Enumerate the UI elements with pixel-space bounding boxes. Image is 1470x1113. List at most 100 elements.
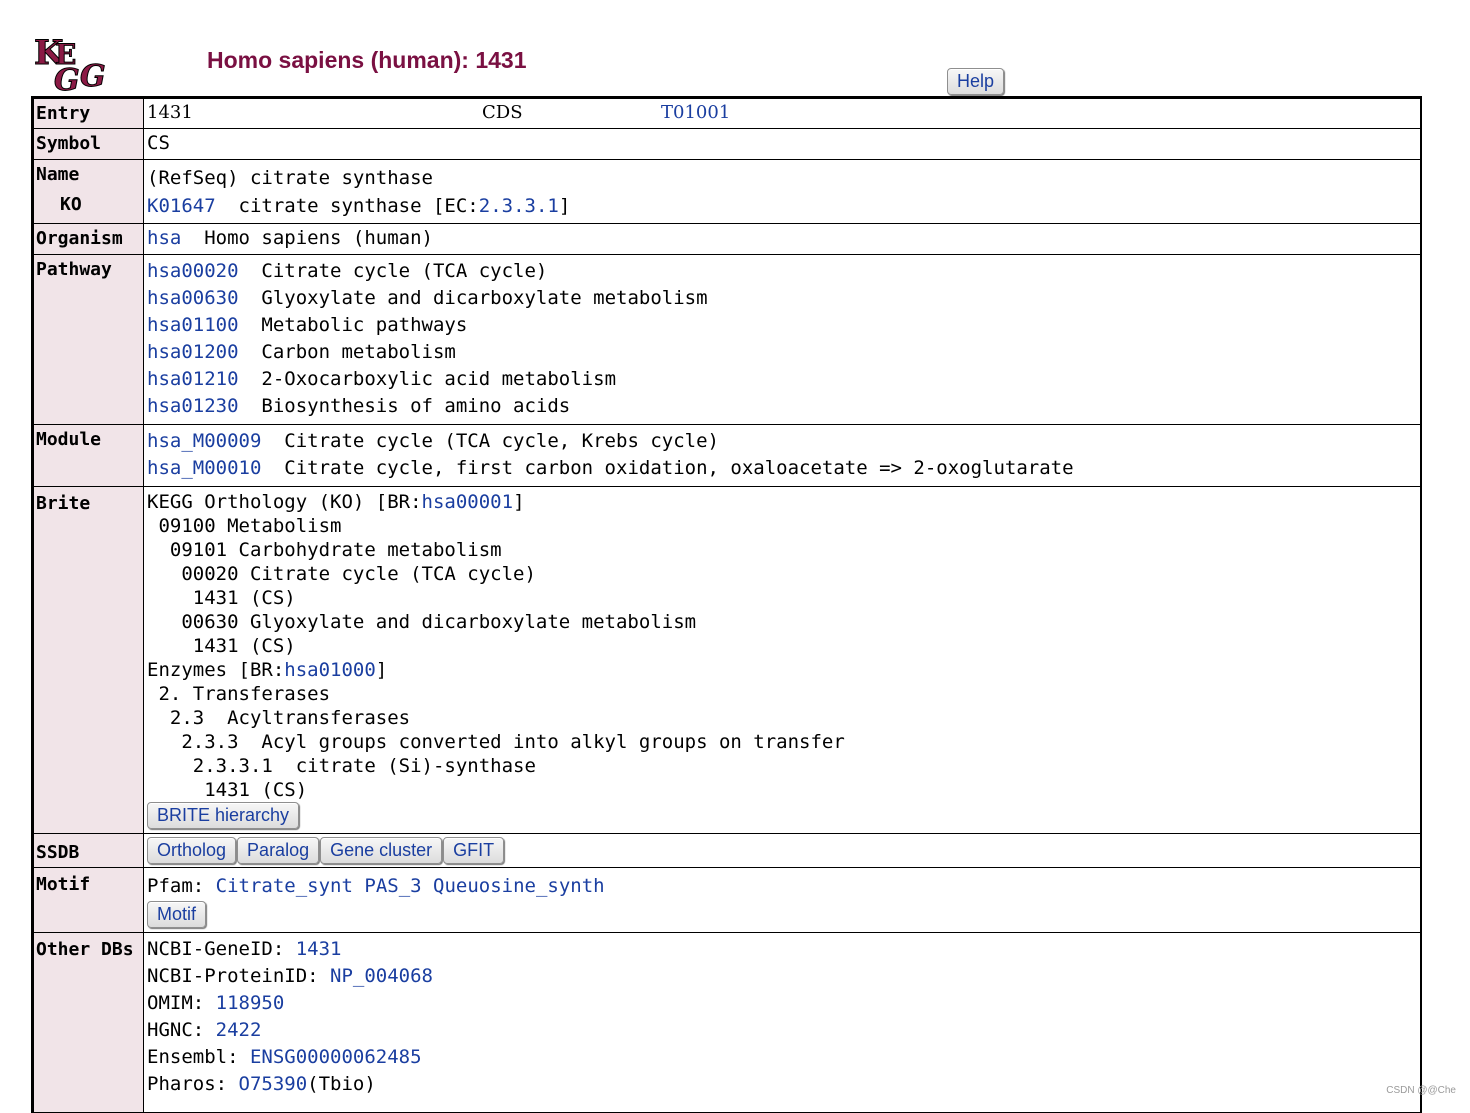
db-link[interactable]: NP_004068 <box>330 965 433 987</box>
name-value: (RefSeq) citrate synthase K01647 citrate… <box>143 159 1421 224</box>
brite-line: 1431 (CS) <box>147 635 296 657</box>
db-link[interactable]: 1431 <box>296 938 342 960</box>
page-title: Homo sapiens (human): 1431 <box>207 47 527 73</box>
module-item: hsa_M00009 Citrate cycle (TCA cycle, Kre… <box>147 428 1416 455</box>
pathway-link[interactable]: hsa00630 <box>147 287 239 309</box>
genome-link[interactable]: T01001 <box>661 102 730 123</box>
brite-ko-post: ] <box>513 491 525 513</box>
name-text: (RefSeq) citrate synthase <box>147 167 433 189</box>
pathway-link[interactable]: hsa00020 <box>147 260 239 282</box>
brite-enz-post: ] <box>375 659 388 681</box>
paralog-button[interactable]: Paralog <box>237 837 320 864</box>
module-row: Module hsa_M00009 Citrate cycle (TCA cyc… <box>32 424 1421 487</box>
db-item: Ensembl: ENSG00000062485 <box>147 1044 1416 1071</box>
brite-ko-header: KEGG Orthology (KO) [BR:hsa00001] <box>147 490 1416 514</box>
watermark: CSDN @@Che <box>1386 1085 1456 1096</box>
brite-ko-pre: KEGG Orthology (KO) [BR: <box>147 491 422 513</box>
brite-row: Brite KEGG Orthology (KO) [BR:hsa00001] … <box>32 486 1421 834</box>
brite-hierarchy-button[interactable]: BRITE hierarchy <box>147 802 300 829</box>
gfit-button[interactable]: GFIT <box>443 837 505 864</box>
symbol-row: Symbol CS <box>32 128 1421 160</box>
brite-line: 2. Transferases <box>147 683 331 705</box>
help-button[interactable]: Help <box>947 68 1005 95</box>
organism-code-link[interactable]: hsa <box>147 227 181 249</box>
ko-label: KO <box>60 194 82 215</box>
pathway-item: hsa01200 Carbon metabolism <box>147 339 1416 366</box>
entry-label: Entry <box>32 97 144 129</box>
organism-value: hsa Homo sapiens (human) <box>143 223 1421 255</box>
db-item: NCBI-GeneID: 1431 <box>147 936 1416 963</box>
db-item: Pharos: O75390(Tbio) <box>147 1071 1416 1098</box>
other-dbs-label: Other DBs <box>32 932 144 1113</box>
kegg-logo[interactable]: K E G G <box>34 30 126 99</box>
db-link[interactable]: O75390 <box>239 1073 308 1095</box>
brite-enzymes-link[interactable]: hsa01000 <box>284 659 376 681</box>
ko-link[interactable]: K01647 <box>147 195 216 217</box>
pathway-item: hsa00630 Glyoxylate and dicarboxylate me… <box>147 285 1416 312</box>
symbol-value: CS <box>143 128 1421 160</box>
db-name: Pharos: <box>147 1073 239 1095</box>
db-link[interactable]: 2422 <box>216 1019 262 1041</box>
pfam-domain-link[interactable]: Citrate_synt <box>216 875 353 897</box>
db-link[interactable]: ENSG00000062485 <box>250 1046 422 1068</box>
db-name: HGNC: <box>147 1019 216 1041</box>
pathway-item: hsa01230 Biosynthesis of amino acids <box>147 393 1416 420</box>
db-link[interactable]: 118950 <box>216 992 285 1014</box>
entry-table: Entry 1431 CDS T01001 Symbol CS Name KO (R… <box>31 96 1422 1113</box>
db-name: NCBI-GeneID: <box>147 938 296 960</box>
module-value: hsa_M00009 Citrate cycle (TCA cycle, Kre… <box>143 424 1421 487</box>
db-item: HGNC: 2422 <box>147 1017 1416 1044</box>
entry-type: CDS <box>482 102 523 123</box>
db-item: OMIM: 118950 <box>147 990 1416 1017</box>
brite-line: 2.3.3 Acyl groups converted into alkyl g… <box>147 731 845 753</box>
symbol-text: CS <box>147 132 170 154</box>
pfam-domain-link[interactable]: PAS_3 <box>364 875 421 897</box>
gene-cluster-button[interactable]: Gene cluster <box>320 837 443 864</box>
pathway-link[interactable]: hsa01100 <box>147 314 239 336</box>
organism-label: Organism <box>32 223 144 255</box>
pathway-name: 2-Oxocarboxylic acid metabolism <box>238 368 617 390</box>
entry-row: Entry 1431 CDS T01001 <box>32 97 1421 129</box>
module-link[interactable]: hsa_M00010 <box>147 457 261 479</box>
pathway-link[interactable]: hsa01210 <box>147 368 239 390</box>
module-name: Citrate cycle (TCA cycle, Krebs cycle) <box>261 430 719 452</box>
pathway-value: hsa00020 Citrate cycle (TCA cycle) hsa00… <box>143 254 1421 425</box>
name-row: Name KO (RefSeq) citrate synthase K01647… <box>32 159 1421 224</box>
name-label-text: Name <box>36 164 80 185</box>
module-name: Citrate cycle, first carbon oxidation, o… <box>261 457 1074 479</box>
pathway-item: hsa01100 Metabolic pathways <box>147 312 1416 339</box>
svg-text:G: G <box>80 59 106 94</box>
pathway-row: Pathway hsa00020 Citrate cycle (TCA cycl… <box>32 254 1421 425</box>
db-suffix: (Tbio) <box>307 1073 376 1095</box>
pfam-domain-link[interactable]: Queuosine_synth <box>433 875 605 897</box>
motif-label: Motif <box>32 867 144 933</box>
pathway-link[interactable]: hsa01200 <box>147 341 239 363</box>
other-dbs-value: NCBI-GeneID: 1431 NCBI-ProteinID: NP_004… <box>143 932 1421 1113</box>
ec-link[interactable]: 2.3.3.1 <box>479 195 559 217</box>
pathway-link[interactable]: hsa01230 <box>147 395 239 417</box>
ko-desc: citrate synthase [EC: <box>215 195 479 217</box>
pathway-item: hsa00020 Citrate cycle (TCA cycle) <box>147 258 1416 285</box>
organism-row: Organism hsa Homo sapiens (human) <box>32 223 1421 255</box>
ortholog-button[interactable]: Ortholog <box>147 837 237 864</box>
pathway-name: Carbon metabolism <box>238 341 456 363</box>
module-link[interactable]: hsa_M00009 <box>147 430 261 452</box>
module-label: Module <box>32 424 144 487</box>
pathway-name: Citrate cycle (TCA cycle) <box>238 260 548 282</box>
name-label: Name KO <box>32 159 144 224</box>
brite-line: 2.3 Acyltransferases <box>147 707 411 729</box>
pathway-name: Biosynthesis of amino acids <box>238 395 571 417</box>
organism-name: Homo sapiens (human) <box>181 227 433 249</box>
brite-line: 00020 Citrate cycle (TCA cycle) <box>147 563 536 585</box>
ssdb-label: SSDB <box>32 833 144 868</box>
brite-line: 09100 Metabolism <box>147 515 342 537</box>
brite-enzymes-header: Enzymes [BR:hsa01000] <box>147 658 1416 682</box>
brite-ko-link[interactable]: hsa00001 <box>422 491 514 513</box>
entry-id: 1431 <box>147 102 193 123</box>
motif-row: Motif Pfam: Citrate_synt PAS_3 Queuosine… <box>32 867 1421 933</box>
pathway-name: Glyoxylate and dicarboxylate metabolism <box>238 287 708 309</box>
motif-button[interactable]: Motif <box>147 901 207 928</box>
db-name: Ensembl: <box>147 1046 250 1068</box>
ssdb-value: Ortholog Paralog Gene cluster GFIT <box>143 833 1421 868</box>
pathway-item: hsa01210 2-Oxocarboxylic acid metabolism <box>147 366 1416 393</box>
